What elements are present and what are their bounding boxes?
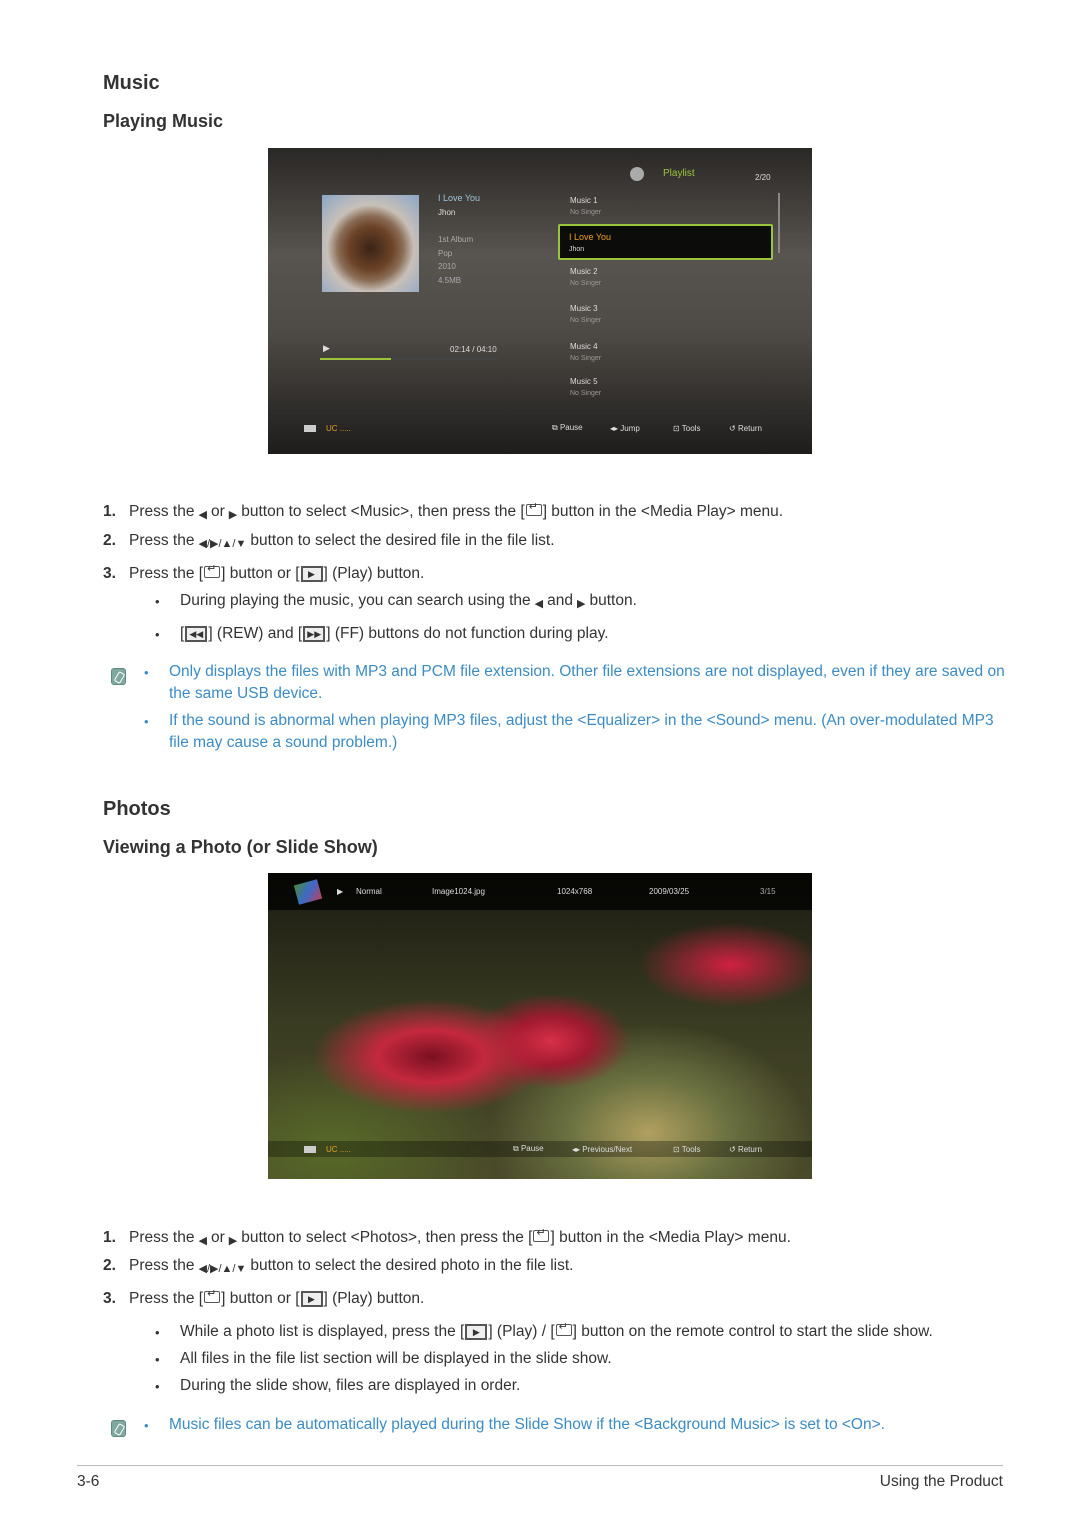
bullet-order: During the slide show, files are display… — [180, 1377, 521, 1394]
date: 2009/03/25 — [649, 887, 690, 896]
subsection-title: Playing Music — [103, 111, 224, 131]
section-title-photos: Photos — [103, 798, 171, 820]
step-3: Press the [] button or [▶] (Play) button… — [129, 1287, 424, 1308]
note-text: If the sound is abnormal when playing MP… — [169, 712, 994, 751]
step-number: 3. — [103, 1290, 116, 1307]
rewind-icon: ◀◀ — [185, 626, 208, 642]
play-icon: ▶ — [323, 343, 330, 353]
photo-count: 3/15 — [760, 887, 776, 896]
year: 2010 — [438, 262, 456, 271]
music-player-screenshot: Playlist 2/20 I Love You Jhon 1st Album … — [268, 148, 812, 454]
step-number: 3. — [103, 565, 116, 582]
jump-hint[interactable]: ◂▸ Jump — [610, 424, 640, 433]
step-3: Press the [] button or [▶] (Play) button… — [129, 562, 424, 583]
pause-hint[interactable]: ⧉ Pause — [552, 423, 583, 433]
file-size: 4.5MB — [438, 276, 462, 285]
enter-icon — [204, 1287, 221, 1303]
direction-arrows-icon: ◀/▶/▲/▼ — [198, 537, 247, 550]
right-arrow-icon: ▶ — [228, 1234, 238, 1247]
resolution: 1024x768 — [557, 887, 593, 896]
step-number: 1. — [103, 1229, 116, 1246]
now-playing-artist: Jhon — [438, 208, 456, 217]
left-arrow-icon: ◀ — [198, 1234, 207, 1247]
step-1: Press the ◀ or ▶ button to select <Photos>, … — [129, 1226, 791, 1247]
right-arrow-icon: ▶ — [228, 508, 238, 521]
playlist-count: 2/20 — [755, 173, 771, 182]
play-button-icon: ▶ — [465, 1324, 488, 1340]
bullet-all-files: All files in the file list section will … — [180, 1350, 612, 1367]
left-arrow-icon: ◀ — [534, 597, 544, 610]
device-label: UC ..... — [326, 1144, 351, 1154]
usb-icon — [304, 1145, 316, 1153]
play-icon: ▶ — [337, 887, 344, 896]
bullet-search: During playing the music, you can search… — [180, 592, 637, 610]
enter-icon — [525, 500, 542, 516]
mode: Normal — [356, 887, 382, 896]
album: 1st Album — [438, 235, 474, 244]
left-arrow-icon: ◀ — [198, 508, 207, 521]
enter-icon — [204, 562, 221, 578]
disc-icon — [630, 167, 644, 181]
bullet-slideshow: While a photo list is displayed, press t… — [180, 1320, 933, 1341]
playlist-item[interactable]: Music 2 No Singer — [570, 267, 601, 287]
play-button-icon: ▶ — [300, 566, 323, 582]
step-number: 2. — [103, 532, 116, 549]
enter-icon — [555, 1320, 572, 1336]
playlist-item[interactable]: Music 1 No Singer — [570, 196, 601, 216]
section-title-music: Music — [103, 72, 160, 94]
album-art — [322, 195, 419, 292]
right-arrow-icon: ▶ — [577, 597, 586, 610]
return-hint[interactable]: ↺ Return — [729, 424, 762, 433]
bullet-rew-ff: [◀◀] (REW) and [▶▶] (FF) buttons do not … — [180, 625, 609, 642]
step-1: Press the ◀ or ▶ button to select <Music>, t… — [129, 500, 783, 521]
pause-hint[interactable]: ⧉ Pause — [513, 1144, 544, 1154]
step-2: Press the ◀/▶/▲/▼ button to select the des… — [129, 1257, 574, 1275]
play-time: 02:14 / 04:10 — [450, 345, 497, 354]
playlist-item[interactable]: Music 5 No Singer — [570, 377, 601, 397]
direction-arrows-icon: ◀/▶/▲/▼ — [198, 1262, 247, 1275]
scrollbar[interactable] — [778, 193, 780, 253]
tools-hint[interactable]: ⊡ Tools — [673, 1145, 700, 1154]
enter-icon — [533, 1226, 550, 1242]
photo-viewer-screenshot: ▶ Normal Image1024.jpg 1024x768 2009/03/… — [268, 873, 812, 1179]
file-name: Image1024.jpg — [432, 887, 485, 896]
tools-hint[interactable]: ⊡ Tools — [673, 424, 700, 433]
step-number: 1. — [103, 503, 116, 520]
subsection-title: Viewing a Photo (or Slide Show) — [103, 837, 378, 857]
usb-icon — [304, 424, 316, 432]
genre: Pop — [438, 249, 453, 258]
note-text: Music files can be automatically played … — [169, 1416, 885, 1433]
progress-bar[interactable] — [320, 358, 498, 360]
playlist-item[interactable]: Music 3 No Singer — [570, 304, 601, 324]
step-number: 2. — [103, 1257, 116, 1274]
now-playing-title: I Love You — [438, 193, 481, 203]
footer-divider — [77, 1465, 1003, 1466]
return-hint[interactable]: ↺ Return — [729, 1145, 762, 1154]
playlist-item-selected[interactable]: I Love You Jhon — [558, 224, 773, 260]
previous-next-hint[interactable]: ◂▸ Previous/Next — [572, 1145, 632, 1154]
fast-forward-icon: ▶▶ — [303, 626, 326, 642]
playlist-item[interactable]: Music 4 No Singer — [570, 342, 601, 362]
chapter-title: Using the Product — [879, 1473, 1003, 1490]
step-2: Press the ◀/▶/▲/▼ button to select the des… — [129, 532, 555, 550]
photo-icon — [293, 878, 323, 905]
note-text: Only displays the files with MP3 and PCM… — [169, 663, 1005, 702]
note-icon — [111, 668, 126, 685]
play-button-icon: ▶ — [300, 1291, 323, 1307]
playlist-label: Playlist — [663, 168, 695, 179]
device-label: UC ..... — [326, 423, 351, 433]
page-number: 3-6 — [77, 1473, 100, 1490]
note-icon — [111, 1420, 126, 1437]
